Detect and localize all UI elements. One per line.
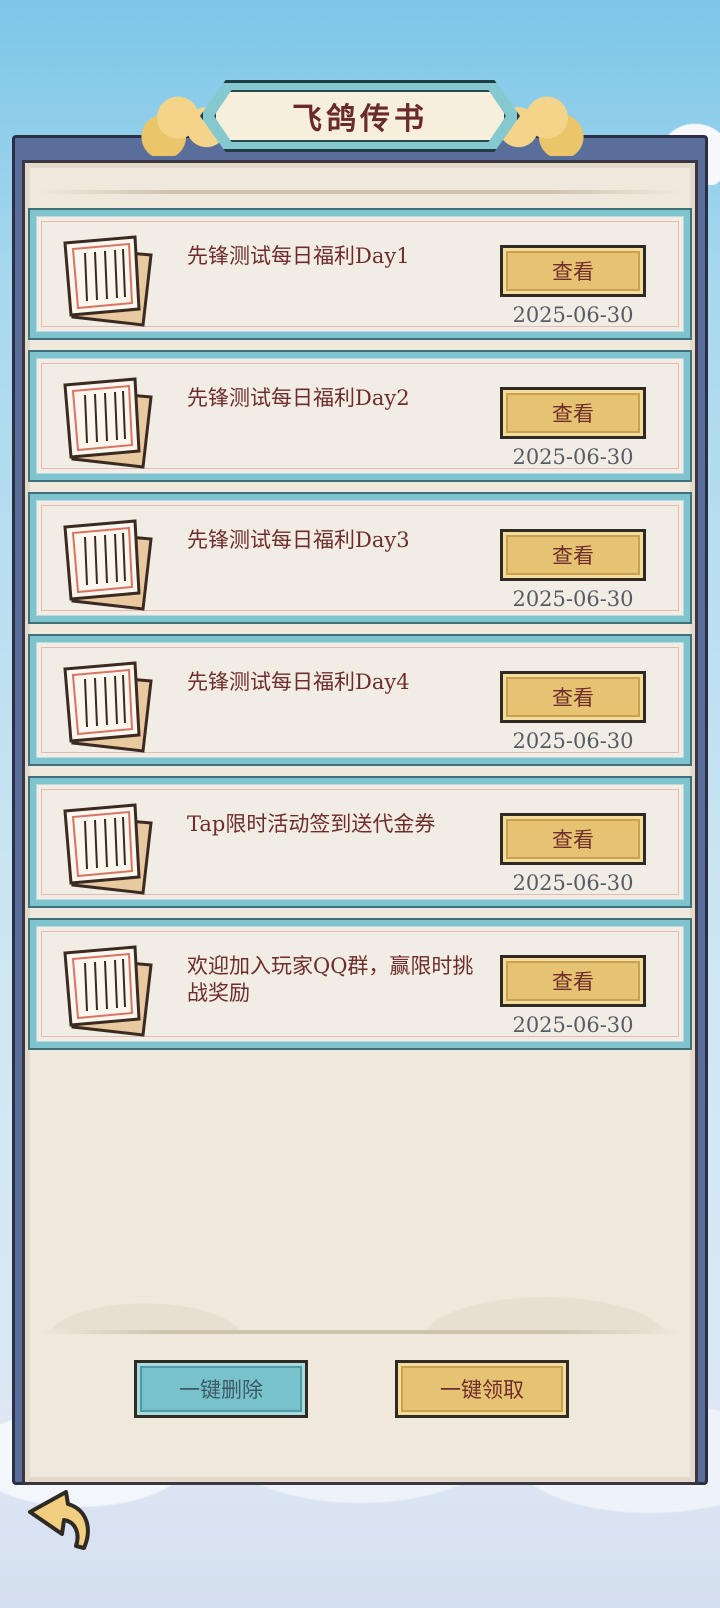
mail-title: 先锋测试每日福利Day1 <box>187 244 410 268</box>
view-button[interactable]: 查看 <box>500 387 646 439</box>
mail-card: 先锋测试每日福利Day4 查看 2025-06-30 <box>36 642 684 758</box>
letter-scroll-icon <box>63 519 153 611</box>
mail-list: 先锋测试每日福利Day1 查看 2025-06-30 先锋测试每日福利Day2 … <box>28 208 692 1060</box>
letter-scroll-icon <box>63 661 153 753</box>
mail-date: 2025-06-30 <box>512 1013 634 1037</box>
background-mountains <box>25 1250 695 1330</box>
view-button[interactable]: 查看 <box>500 529 646 581</box>
mail-title: 先锋测试每日福利Day4 <box>187 670 410 694</box>
letter-scroll-icon <box>63 803 153 895</box>
mail-card: Tap限时活动签到送代金券 查看 2025-06-30 <box>36 784 684 900</box>
mail-card: 先锋测试每日福利Day1 查看 2025-06-30 <box>36 216 684 332</box>
mail-item[interactable]: 先锋测试每日福利Day2 查看 2025-06-30 <box>28 350 692 482</box>
view-button[interactable]: 查看 <box>500 813 646 865</box>
mail-card: 先锋测试每日福利Day2 查看 2025-06-30 <box>36 358 684 474</box>
delete-all-button[interactable]: 一键删除 <box>134 1360 308 1418</box>
mail-title: 先锋测试每日福利Day2 <box>187 386 410 410</box>
mail-title: 先锋测试每日福利Day3 <box>187 528 410 552</box>
mail-date: 2025-06-30 <box>512 587 634 611</box>
mail-card: 先锋测试每日福利Day3 查看 2025-06-30 <box>36 500 684 616</box>
mail-date: 2025-06-30 <box>512 871 634 895</box>
mail-card: 欢迎加入玩家QQ群，赢限时挑战奖励 查看 2025-06-30 <box>36 926 684 1042</box>
mail-item[interactable]: 欢迎加入玩家QQ群，赢限时挑战奖励 查看 2025-06-30 <box>28 918 692 1050</box>
collect-all-button[interactable]: 一键领取 <box>395 1360 569 1418</box>
mail-item[interactable]: 先锋测试每日福利Day1 查看 2025-06-30 <box>28 208 692 340</box>
mail-item[interactable]: Tap限时活动签到送代金券 查看 2025-06-30 <box>28 776 692 908</box>
page-title: 飞鸽传书 <box>292 102 428 137</box>
view-button[interactable]: 查看 <box>500 955 646 1007</box>
mail-title: 欢迎加入玩家QQ群，赢限时挑战奖励 <box>187 954 474 1005</box>
mail-date: 2025-06-30 <box>512 445 634 469</box>
letter-scroll-icon <box>63 377 153 469</box>
mail-item[interactable]: 先锋测试每日福利Day4 查看 2025-06-30 <box>28 634 692 766</box>
back-arrow-icon[interactable] <box>22 1470 106 1554</box>
view-button[interactable]: 查看 <box>500 671 646 723</box>
bottom-divider <box>40 1330 680 1334</box>
mail-title: Tap限时活动签到送代金券 <box>187 812 436 836</box>
letter-scroll-icon <box>63 945 153 1037</box>
top-divider <box>40 190 680 194</box>
view-button[interactable]: 查看 <box>500 245 646 297</box>
letter-scroll-icon <box>63 235 153 327</box>
title-plate: 飞鸽传书 <box>214 90 506 142</box>
mail-date: 2025-06-30 <box>512 303 634 327</box>
mail-date: 2025-06-30 <box>512 729 634 753</box>
mail-item[interactable]: 先锋测试每日福利Day3 查看 2025-06-30 <box>28 492 692 624</box>
